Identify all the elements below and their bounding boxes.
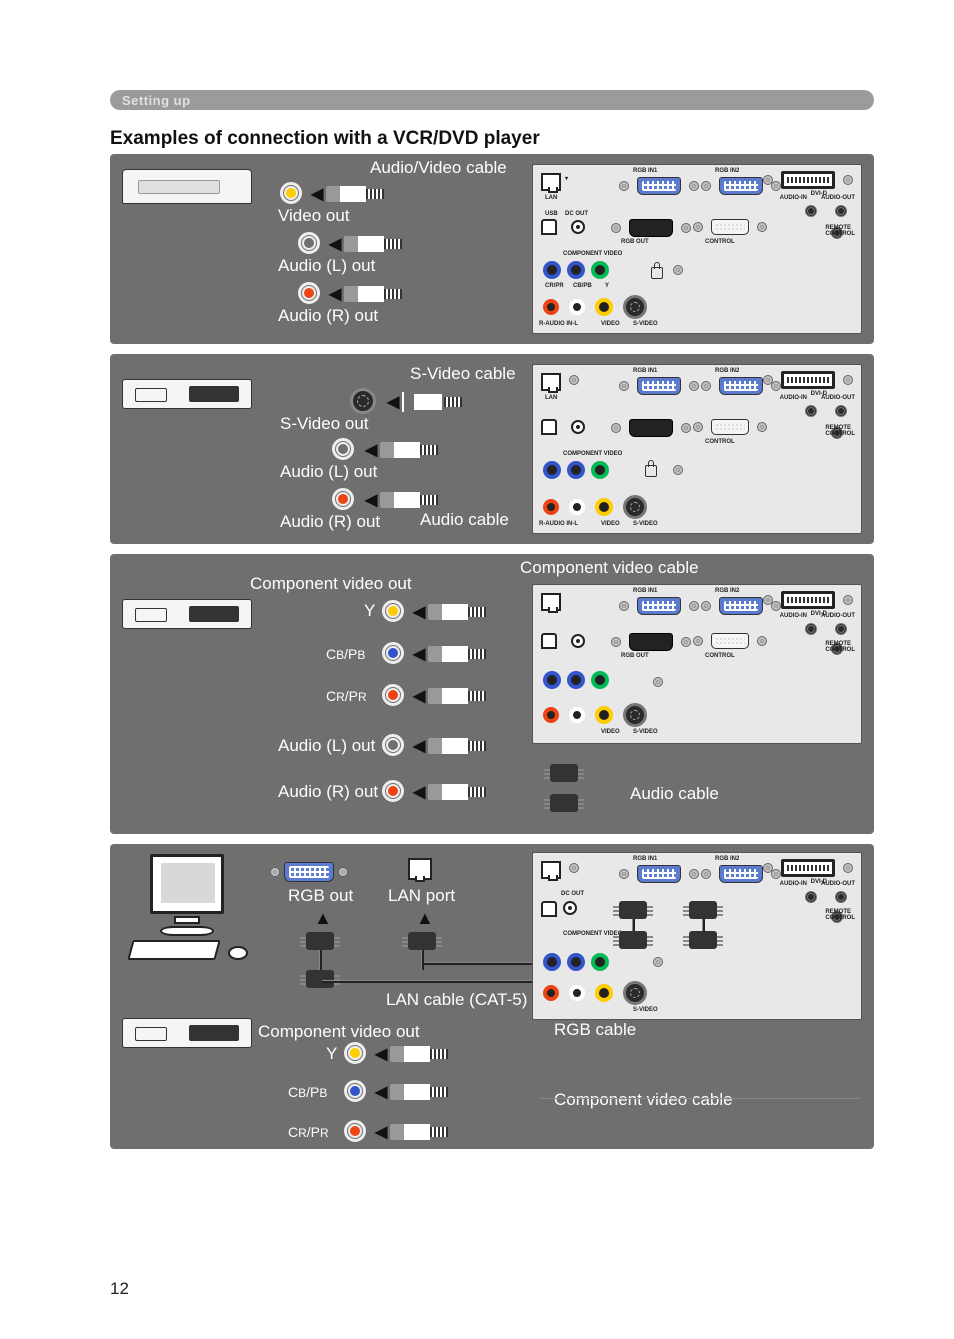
plug-icon: ◀ xyxy=(372,1082,448,1102)
up-arrow-icon: ▲ xyxy=(416,908,434,929)
audio-l-label: Audio (L) out xyxy=(280,462,377,482)
crpr-label: CR/PR xyxy=(288,1124,329,1140)
audio-l-label: Audio (L) out xyxy=(278,256,375,276)
projector-panel-icon: RGB IN1 RGB IN2 DVI-D RGB OUT CONTROL AU… xyxy=(532,584,862,744)
audio-l-jack-icon xyxy=(332,438,354,460)
projector-panel-icon: RGB IN1 RGB IN2 DVI-D DC OUT COMPONENT V… xyxy=(532,852,862,1020)
lan-cable-label: LAN cable (CAT-5) xyxy=(386,990,527,1010)
cbpb-label: CB/PB xyxy=(326,646,365,662)
dvd-icon xyxy=(122,599,252,629)
audio-l-jack-icon xyxy=(298,232,320,254)
ferrite-icon xyxy=(408,932,436,950)
audio-r-label: Audio (R) out xyxy=(280,512,380,532)
comp-out-label: Component video out xyxy=(258,1022,420,1042)
page-heading: Examples of connection with a VCR/DVD pl… xyxy=(110,128,874,150)
cable-label: Audio/Video cable xyxy=(370,158,507,178)
plug-icon: ◀ xyxy=(326,284,402,304)
plug-icon: ◀ xyxy=(362,490,438,510)
tab-title: Setting up xyxy=(122,93,191,108)
audio-r-jack-icon xyxy=(382,780,404,802)
svideo-jack-icon xyxy=(350,388,376,414)
audio-cable-label: Audio cable xyxy=(630,784,719,804)
cbpb-jack-icon xyxy=(344,1080,366,1102)
lan-port-icon xyxy=(408,858,432,880)
plug-icon: ◀ xyxy=(410,736,486,756)
ferrite-icon xyxy=(550,764,578,782)
svideo-out-label: S-Video out xyxy=(280,414,369,434)
y-label: Y xyxy=(364,601,375,621)
plug-icon: ◀ xyxy=(308,184,384,204)
projector-panel-icon: LAN RGB IN1 RGB IN2 DVI-D CONTROL AUDIO-… xyxy=(532,364,862,534)
ferrite-icon xyxy=(306,970,334,988)
cbpb-jack-icon xyxy=(382,642,404,664)
plug-icon: ◀ xyxy=(372,1122,448,1142)
audio-r-label: Audio (R) out xyxy=(278,306,378,326)
cbpb-label: CB/PB xyxy=(288,1084,327,1100)
y-label: Y xyxy=(326,1044,337,1064)
audio-cable-label: Audio cable xyxy=(420,510,509,530)
computer-icon xyxy=(122,854,252,964)
dvd-icon xyxy=(122,379,252,409)
y-jack-icon xyxy=(382,600,404,622)
audio-r-label: Audio (R) out xyxy=(278,782,378,802)
comp-cable-label: Component video cable xyxy=(554,1090,733,1110)
crpr-jack-icon xyxy=(344,1120,366,1142)
video-out-jack-icon xyxy=(280,182,302,204)
vcr-icon xyxy=(122,169,252,204)
projector-panel-icon: ▾ LAN RGB IN1 RGB IN2 DVI-D USB DC OUT R… xyxy=(532,164,862,334)
comp-out-label: Component video out xyxy=(250,574,412,594)
plug-icon: ◀ xyxy=(410,686,486,706)
svideo-cable-label: S-Video cable xyxy=(410,364,516,384)
rgb-cable-label: RGB cable xyxy=(554,1020,636,1040)
plug-icon: ◀ xyxy=(410,782,486,802)
y-jack-icon xyxy=(344,1042,366,1064)
plug-icon: ◀ xyxy=(372,1044,448,1064)
video-out-label: Video out xyxy=(278,206,350,226)
ferrite-icon xyxy=(306,932,334,950)
audio-r-jack-icon xyxy=(332,488,354,510)
sv-plug-icon: ◀ xyxy=(384,392,462,412)
diagram-section-4: RGB out LAN port ▲ ▲ LAN cable (CAT-5) C… xyxy=(110,844,874,1149)
audio-l-jack-icon xyxy=(382,734,404,756)
comp-cable-label: Component video cable xyxy=(520,558,699,578)
section-tab: Setting up xyxy=(110,90,874,110)
diagram-section-1: Audio/Video cable ◀ Video out ◀ Audio (L… xyxy=(110,154,874,344)
crpr-label: CR/PR xyxy=(326,688,367,704)
plug-icon: ◀ xyxy=(326,234,402,254)
rgb-port-icon xyxy=(270,862,348,882)
page-number: 12 xyxy=(110,1279,129,1299)
audio-l-label: Audio (L) out xyxy=(278,736,375,756)
up-arrow-icon: ▲ xyxy=(314,908,332,929)
plug-icon: ◀ xyxy=(362,440,438,460)
audio-r-jack-icon xyxy=(298,282,320,304)
plug-icon: ◀ xyxy=(410,644,486,664)
rgb-out-label: RGB out xyxy=(288,886,353,906)
diagram-section-3: Component video cable Component video ou… xyxy=(110,554,874,834)
ferrite-icon xyxy=(550,794,578,812)
crpr-jack-icon xyxy=(382,684,404,706)
diagram-section-2: S-Video cable ◀ S-Video out ◀ Audio (L) … xyxy=(110,354,874,544)
lan-port-label: LAN port xyxy=(388,886,455,906)
plug-icon: ◀ xyxy=(410,602,486,622)
dvd-icon xyxy=(122,1018,252,1048)
